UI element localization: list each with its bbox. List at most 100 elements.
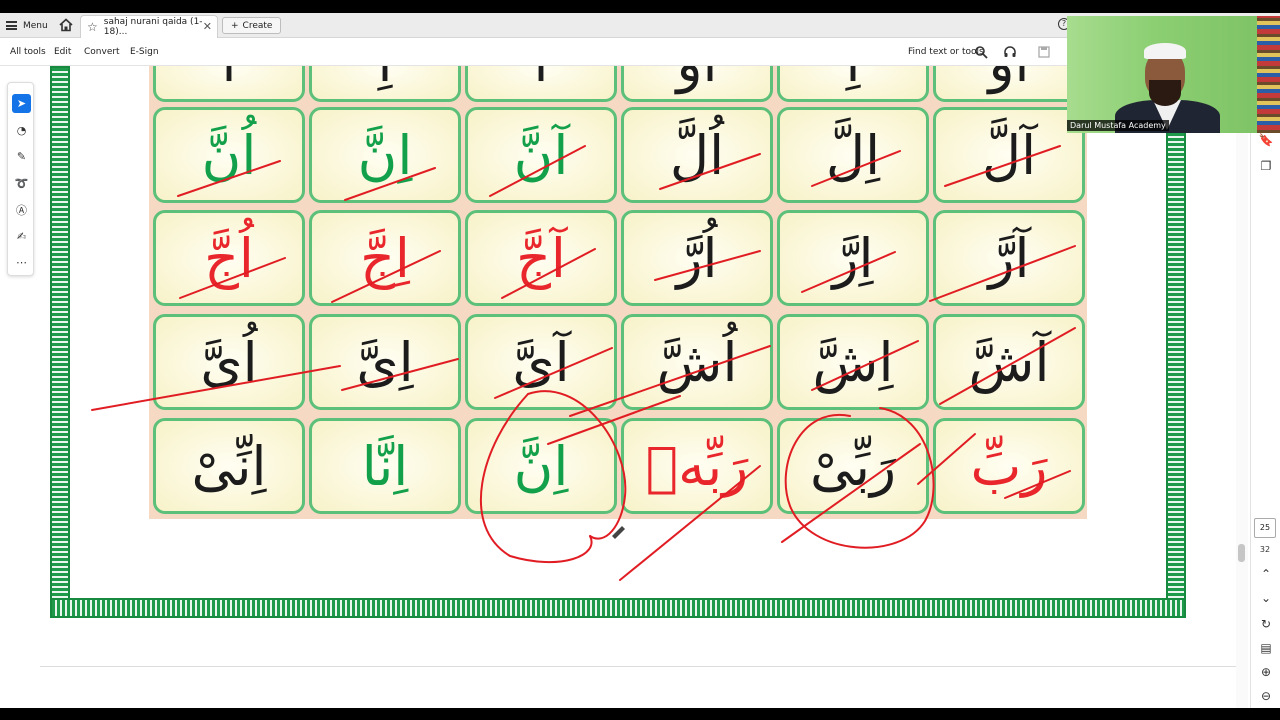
- save-icon[interactable]: [1037, 45, 1051, 59]
- bookshelf: [1257, 16, 1280, 133]
- create-button[interactable]: + Create: [222, 17, 282, 34]
- comment-tool-icon[interactable]: ◔: [12, 121, 31, 140]
- read-aloud-icon[interactable]: [1003, 45, 1017, 59]
- qaida-cell: اِنَّ: [465, 418, 617, 514]
- cell-text: آرَّ: [988, 227, 1030, 290]
- cell-text: اِىَّ: [356, 331, 414, 394]
- home-icon[interactable]: [58, 17, 74, 33]
- create-label: Create: [242, 20, 273, 31]
- cell-text: اِنِّىْ: [191, 435, 267, 498]
- text-tool-icon[interactable]: Ⓐ: [12, 201, 31, 220]
- cell-text: اُو: [624, 66, 770, 99]
- vertical-scrollbar[interactable]: [1236, 66, 1248, 708]
- total-pages: 32: [1259, 545, 1271, 554]
- qaida-cell: اَ: [153, 66, 305, 102]
- page-border-right: [1166, 128, 1186, 618]
- qaida-cell: اِنَّ: [309, 107, 461, 203]
- cell-text: آشَّ: [968, 331, 1050, 394]
- qaida-cell: آلَّ: [933, 107, 1085, 203]
- qaida-cell: آنَّ: [465, 107, 617, 203]
- cell-text: اُشَّ: [656, 331, 738, 394]
- cell-text: اِنَّ: [513, 435, 569, 498]
- webcam-label: Darul Mustafa Academy: [1067, 120, 1169, 131]
- more-tools-icon[interactable]: ⋯: [12, 253, 31, 272]
- cell-text: آلَّ: [981, 124, 1037, 187]
- qaida-cell: اَ: [465, 66, 617, 102]
- cell-text: اُلَّ: [669, 124, 725, 187]
- sign-tool-icon[interactable]: ✍: [12, 227, 31, 246]
- cell-text: اَ: [468, 66, 614, 99]
- page-fit-icon[interactable]: ▤: [1258, 640, 1274, 656]
- qaida-cell: اُجَّ: [153, 210, 305, 306]
- qaida-cell: اُنَّ: [153, 107, 305, 203]
- bookmark-icon[interactable]: 🔖: [1258, 132, 1274, 148]
- cell-text: اِلَّ: [825, 124, 881, 187]
- cell-text: آجَّ: [516, 227, 566, 290]
- menu-edit[interactable]: Edit: [54, 47, 71, 57]
- cell-text: اُرَّ: [676, 227, 718, 290]
- cell-text: اِنَّ: [357, 124, 413, 187]
- current-page-field[interactable]: 25: [1254, 518, 1276, 538]
- menu-button[interactable]: Menu: [6, 16, 48, 35]
- page-border-left: [50, 66, 70, 618]
- star-icon[interactable]: ☆: [87, 20, 98, 34]
- qaida-cell: اِلَّ: [777, 107, 929, 203]
- cell-text: اِنَّا: [361, 435, 409, 498]
- qaida-cell: رَبِّهٖ: [621, 418, 773, 514]
- cell-text: اُو: [936, 66, 1082, 99]
- tab-title: sahaj nurani qaida (1-18)...: [103, 17, 203, 37]
- menu-all-tools[interactable]: All tools: [10, 47, 46, 57]
- qaida-cell: اُو: [621, 66, 773, 102]
- qaida-cell: اُىَّ: [153, 314, 305, 410]
- cell-text: آىَّ: [512, 331, 570, 394]
- cell-text: رَبِّىْ: [809, 435, 897, 498]
- lasso-tool-icon[interactable]: ➰: [12, 174, 31, 193]
- qaida-page: اَ اِ اَ اُو اِ اُو اُنَّ اِنَّ آنَّ اُل…: [40, 66, 1236, 666]
- qaida-cell: آىَّ: [465, 314, 617, 410]
- qaida-cell: اِىَّ: [309, 314, 461, 410]
- qaida-cell: آرَّ: [933, 210, 1085, 306]
- quick-tools-rail: ➤ ◔ ✎ ➰ Ⓐ ✍ ⋯: [7, 82, 34, 276]
- search-icon[interactable]: [974, 45, 988, 59]
- rotate-icon[interactable]: ↻: [1258, 616, 1274, 632]
- close-icon[interactable]: ✕: [203, 20, 212, 33]
- menu-esign[interactable]: E-Sign: [130, 47, 159, 57]
- qaida-cell: رَبِّ: [933, 418, 1085, 514]
- top-letterbox: [0, 0, 1280, 13]
- cell-text: اِ: [312, 66, 458, 99]
- qaida-cell: اُلَّ: [621, 107, 773, 203]
- qaida-cell: اُرَّ: [621, 210, 773, 306]
- zoom-out-icon[interactable]: ⊖: [1258, 688, 1274, 704]
- qaida-cell: رَبِّىْ: [777, 418, 929, 514]
- page-divider: [40, 666, 1236, 667]
- qaida-cell: اِنِّىْ: [153, 418, 305, 514]
- cell-text: اِجَّ: [360, 227, 410, 290]
- zoom-in-icon[interactable]: ⊕: [1258, 664, 1274, 680]
- hamburger-icon: [6, 21, 17, 30]
- find-text-button[interactable]: Find text or tools: [908, 47, 984, 57]
- cell-text: اُىَّ: [200, 331, 258, 394]
- qaida-cell: اِ: [309, 66, 461, 102]
- qaida-cell: اُو: [933, 66, 1085, 102]
- scroll-thumb[interactable]: [1238, 544, 1245, 562]
- select-tool-icon[interactable]: ➤: [12, 94, 31, 113]
- qaida-cell: آجَّ: [465, 210, 617, 306]
- chevron-up-icon[interactable]: ⌃: [1258, 566, 1274, 582]
- document-view[interactable]: اَ اِ اَ اُو اِ اُو اُنَّ اِنَّ آنَّ اُل…: [40, 66, 1236, 708]
- right-panel-rail: 🔖 ❐ 25 32 ⌃ ⌄ ↻ ▤ ⊕ ⊖: [1250, 66, 1280, 708]
- tab-document[interactable]: ☆ sahaj nurani qaida (1-18)... ✕: [80, 15, 218, 38]
- cell-text: اِرَّ: [832, 227, 874, 290]
- cell-text: رَبِّهٖ: [645, 435, 749, 498]
- qaida-cell: اِ: [777, 66, 929, 102]
- qaida-cell: آشَّ: [933, 314, 1085, 410]
- pages-icon[interactable]: ❐: [1258, 158, 1274, 174]
- qaida-cell: اِرَّ: [777, 210, 929, 306]
- cell-text: اُنَّ: [201, 124, 257, 187]
- presenter-cap: [1144, 43, 1186, 59]
- bottom-letterbox: [0, 708, 1280, 720]
- pen-tool-icon[interactable]: ✎: [12, 147, 31, 166]
- menu-convert[interactable]: Convert: [84, 47, 120, 57]
- plus-icon: +: [231, 20, 239, 31]
- cell-text: اَ: [156, 66, 302, 99]
- chevron-down-icon[interactable]: ⌄: [1258, 590, 1274, 606]
